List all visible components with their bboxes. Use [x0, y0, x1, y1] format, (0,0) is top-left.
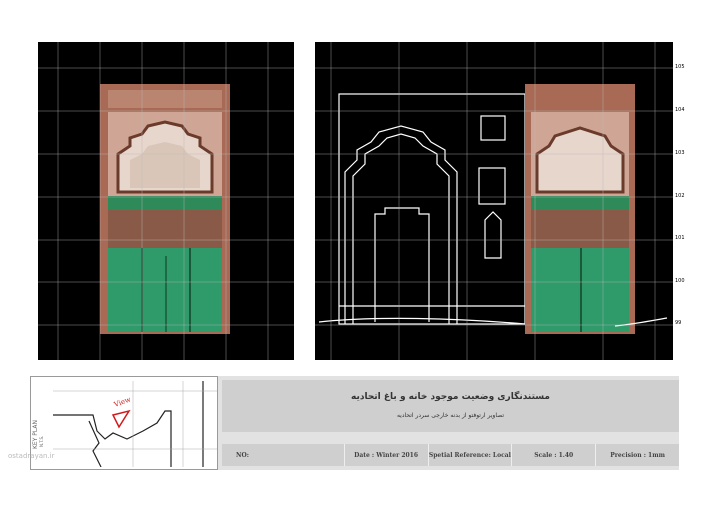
precision-field: Precision : 1mm: [595, 444, 679, 466]
view-marker-icon: [111, 409, 131, 429]
key-plan-map: View: [53, 381, 217, 467]
title-block: KEY PLAN N.T.S. View مستندنگاری وضعیت مو…: [30, 376, 679, 470]
key-plan-scale-note: N.T.S.: [39, 435, 44, 447]
elevation-tick: 99: [296, 320, 303, 326]
watermark: ostadrayan.ir: [8, 452, 55, 460]
elevation-drawing-panel: [315, 42, 673, 360]
elevation-tick: 103: [296, 150, 306, 156]
elevation-tick: 105: [675, 64, 685, 70]
elevation-tick: 104: [675, 107, 685, 113]
elevation-tick: 101: [296, 235, 306, 241]
orthophoto-drawing: [38, 42, 294, 360]
view-label: View: [112, 395, 132, 409]
elevation-tick: 99: [675, 320, 682, 326]
elevation-tick: 102: [296, 193, 306, 199]
info-row: NO: Date : Winter 2016 Spetial Reference…: [222, 444, 679, 466]
elevation-tick: 102: [675, 193, 685, 199]
key-plan: KEY PLAN N.T.S. View: [30, 376, 218, 470]
elevation-tick: 105: [296, 64, 306, 70]
scale-field: Scale : 1.40: [511, 444, 595, 466]
elevation-drawing: [315, 42, 673, 360]
orthophoto-panel: [38, 42, 294, 360]
elevation-tick: 103: [675, 150, 685, 156]
key-plan-label: KEY PLAN: [32, 420, 39, 449]
green-door: [108, 248, 222, 332]
elevation-tick: 104: [296, 107, 306, 113]
elevation-tick: 100: [675, 278, 685, 284]
date-field: Date : Winter 2016: [343, 444, 428, 466]
spatial-reference-field: Spetial Reference: Local: [427, 444, 512, 466]
subtitle-persian: تصاویر ارتوفتو از بدنه خارجی سردر اتحادی…: [396, 412, 505, 419]
elevation-tick: 100: [296, 278, 306, 284]
title-panel: مستندنگاری وضعیت موجود خانه و باغ اتحادی…: [222, 380, 679, 432]
title-persian: مستندنگاری وضعیت موجود خانه و باغ اتحادی…: [350, 392, 551, 402]
elevation-tick: 101: [675, 235, 685, 241]
sheet-number: NO:: [236, 451, 249, 459]
